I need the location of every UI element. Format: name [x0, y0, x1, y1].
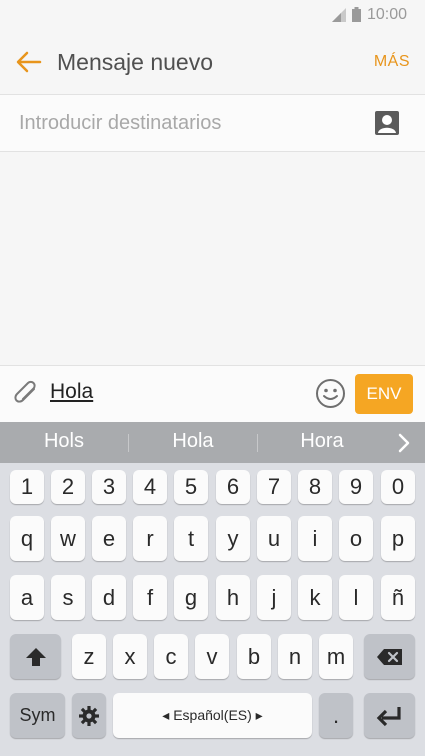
message-thread — [0, 152, 425, 365]
enter-key[interactable] — [364, 693, 415, 738]
key-w[interactable]: w — [51, 516, 85, 561]
enter-icon — [376, 706, 401, 726]
signal-icon — [332, 8, 346, 22]
key-a[interactable]: a — [10, 575, 44, 620]
key-8[interactable]: 8 — [298, 470, 332, 504]
key-9[interactable]: 9 — [339, 470, 373, 504]
message-input[interactable]: Hola — [50, 380, 93, 404]
page-title: Mensaje nuevo — [57, 49, 213, 75]
battery-icon — [352, 7, 361, 22]
key-q[interactable]: q — [10, 516, 44, 561]
status-bar: 10:00 — [0, 0, 425, 30]
key-f[interactable]: f — [133, 575, 167, 620]
key-g[interactable]: g — [174, 575, 208, 620]
send-button[interactable]: ENV — [355, 374, 413, 414]
key-m[interactable]: m — [319, 634, 353, 679]
backspace-icon — [376, 648, 402, 665]
settings-key[interactable] — [72, 693, 106, 738]
key-x[interactable]: x — [113, 634, 147, 679]
keyboard: 1 2 3 4 5 6 7 8 9 0 q w e r t y u i o p … — [0, 463, 425, 756]
space-bar[interactable]: ◂ Español(ES) ▸ — [113, 693, 312, 738]
key-d[interactable]: d — [92, 575, 126, 620]
key-e[interactable]: e — [92, 516, 126, 561]
suggestion-item[interactable]: Hols — [9, 430, 119, 453]
key-j[interactable]: j — [257, 575, 291, 620]
more-button[interactable]: MÁS — [374, 53, 410, 71]
key-b[interactable]: b — [237, 634, 271, 679]
key-k[interactable]: k — [298, 575, 332, 620]
suggestion-item[interactable]: Hola — [138, 430, 248, 453]
key-0[interactable]: 0 — [381, 470, 415, 504]
back-arrow-icon[interactable] — [16, 49, 42, 75]
key-i[interactable]: i — [298, 516, 332, 561]
key-z[interactable]: z — [72, 634, 106, 679]
key-t[interactable]: t — [174, 516, 208, 561]
key-ñ[interactable]: ñ — [381, 575, 415, 620]
key-u[interactable]: u — [257, 516, 291, 561]
key-l[interactable]: l — [339, 575, 373, 620]
shift-key[interactable] — [10, 634, 61, 679]
status-time: 10:00 — [367, 6, 408, 23]
key-7[interactable]: 7 — [257, 470, 291, 504]
key-5[interactable]: 5 — [174, 470, 208, 504]
key-c[interactable]: c — [154, 634, 188, 679]
key-4[interactable]: 4 — [133, 470, 167, 504]
emoji-icon[interactable] — [315, 378, 346, 409]
backspace-key[interactable] — [364, 634, 415, 679]
key-h[interactable]: h — [216, 575, 250, 620]
key-s[interactable]: s — [51, 575, 85, 620]
key-2[interactable]: 2 — [51, 470, 85, 504]
divider — [257, 434, 258, 452]
key-r[interactable]: r — [133, 516, 167, 561]
key-o[interactable]: o — [339, 516, 373, 561]
key-period[interactable]: . — [319, 693, 353, 738]
divider — [128, 434, 129, 452]
key-n[interactable]: n — [278, 634, 312, 679]
key-6[interactable]: 6 — [216, 470, 250, 504]
key-p[interactable]: p — [381, 516, 415, 561]
attach-icon[interactable] — [12, 380, 40, 408]
shift-icon — [25, 647, 46, 666]
key-1[interactable]: 1 — [10, 470, 44, 504]
recipients-input[interactable]: Introducir destinatarios — [19, 112, 221, 135]
key-v[interactable]: v — [195, 634, 229, 679]
suggestion-item[interactable]: Hora — [267, 430, 377, 453]
symbols-key[interactable]: Sym — [10, 693, 65, 738]
app-bar: Mensaje nuevo MÁS — [0, 30, 425, 94]
key-3[interactable]: 3 — [92, 470, 126, 504]
key-y[interactable]: y — [216, 516, 250, 561]
gear-icon — [79, 705, 99, 726]
chevron-right-icon[interactable] — [396, 433, 412, 453]
suggestion-bar: Hols Hola Hora — [0, 422, 425, 463]
recipients-field[interactable]: Introducir destinatarios — [0, 95, 425, 151]
contact-picker-icon[interactable] — [374, 110, 400, 136]
composer: Hola ENV — [0, 366, 425, 422]
